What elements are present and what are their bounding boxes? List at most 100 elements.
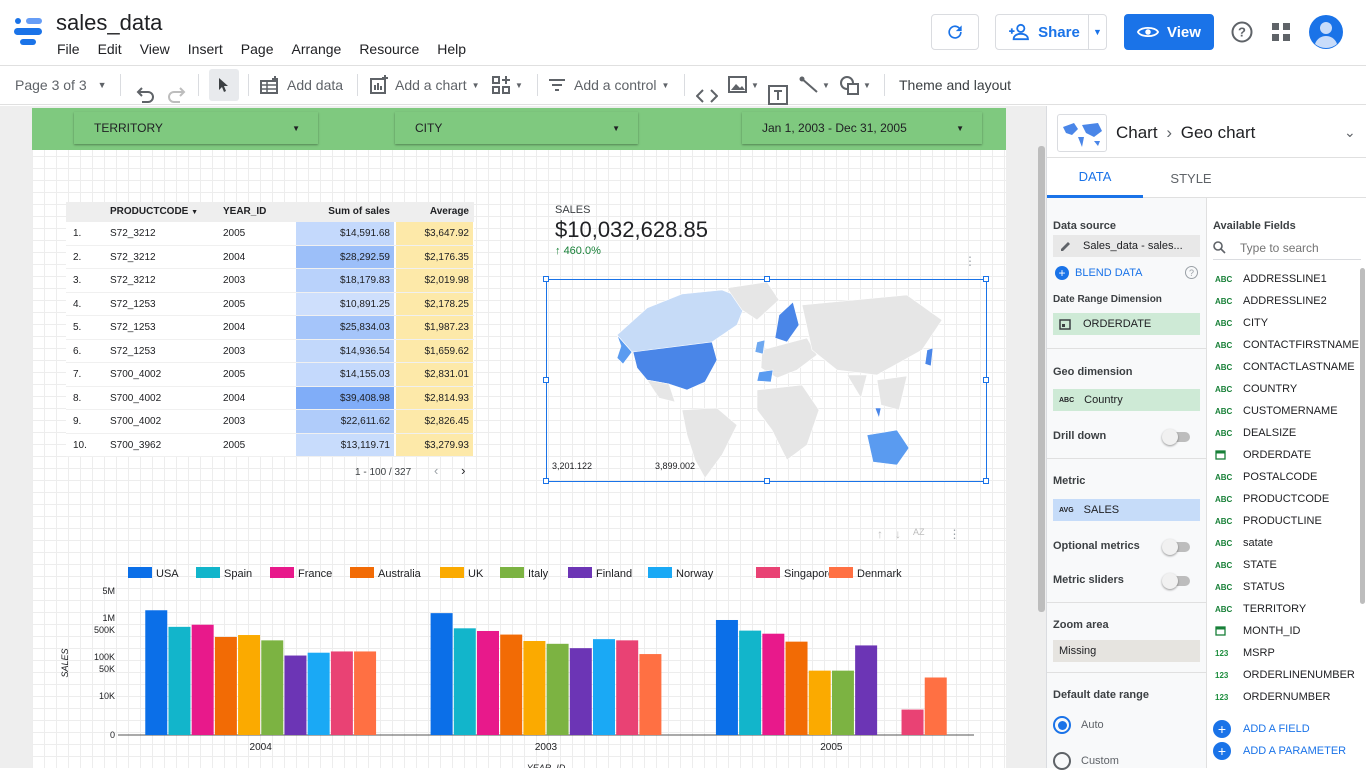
resize-handle[interactable] bbox=[764, 478, 770, 484]
bar[interactable] bbox=[354, 651, 377, 735]
field-addressline1[interactable]: ABC ADDRESSLINE1 bbox=[1215, 268, 1327, 290]
add-control-button[interactable]: Add a control ▼ bbox=[548, 66, 669, 104]
field-satate[interactable]: ABC satate bbox=[1215, 532, 1273, 554]
help-icon[interactable]: ? bbox=[1231, 21, 1253, 43]
tab-style[interactable]: STYLE bbox=[1143, 158, 1239, 198]
chart-menu-icon[interactable]: ⋮ bbox=[949, 527, 961, 541]
custom-radio[interactable]: Custom bbox=[1053, 752, 1119, 770]
table-row[interactable]: 6. S72_1253 2003 $14,936.54 $1,659.62 bbox=[66, 339, 474, 363]
menu-item-edit[interactable]: Edit bbox=[89, 41, 131, 57]
bar[interactable] bbox=[330, 651, 353, 735]
add-data-button[interactable]: Add data bbox=[259, 66, 343, 104]
table-row[interactable]: 8. S700_4002 2004 $39,408.98 $2,814.93 bbox=[66, 386, 474, 410]
geo-dimension-chip[interactable]: ABC Country bbox=[1053, 389, 1200, 411]
sales-table[interactable]: PRODUCTCODE ▼ YEAR_ID Sum of sales Avera… bbox=[66, 202, 474, 457]
resize-handle[interactable] bbox=[764, 276, 770, 282]
bar[interactable] bbox=[238, 635, 261, 735]
add-chart-button[interactable]: Add a chart ▼ bbox=[369, 66, 480, 104]
field-search-input[interactable] bbox=[1240, 240, 1350, 255]
column-header-productcode[interactable]: PRODUCTCODE ▼ bbox=[110, 202, 198, 223]
refresh-button[interactable] bbox=[931, 14, 979, 50]
resize-handle[interactable] bbox=[543, 377, 549, 383]
bar[interactable] bbox=[639, 654, 662, 735]
column-header-year[interactable]: YEAR_ID bbox=[223, 202, 266, 222]
menu-item-help[interactable]: Help bbox=[428, 41, 475, 57]
theme-layout-button[interactable]: Theme and layout bbox=[899, 66, 1011, 104]
fields-scrollbar[interactable] bbox=[1360, 268, 1365, 604]
bar[interactable] bbox=[523, 640, 546, 735]
bar[interactable] bbox=[924, 677, 947, 735]
bar[interactable] bbox=[453, 628, 476, 735]
menu-item-arrange[interactable]: Arrange bbox=[283, 41, 351, 57]
chevron-down-icon[interactable]: ⌄ bbox=[1344, 124, 1356, 141]
apps-grid-icon[interactable] bbox=[1272, 23, 1290, 41]
shape-button[interactable]: ▼ bbox=[839, 66, 871, 104]
report-title[interactable]: sales_data bbox=[56, 10, 162, 36]
arrow-up-icon[interactable]: ↑ bbox=[877, 527, 883, 541]
field-status[interactable]: ABC STATUS bbox=[1215, 576, 1285, 598]
field-state[interactable]: ABC STATE bbox=[1215, 554, 1277, 576]
avatar[interactable] bbox=[1309, 15, 1343, 49]
field-productline[interactable]: ABC PRODUCTLINE bbox=[1215, 510, 1322, 532]
sales-scorecard[interactable]: SALES $10,032,628.85 ↑ 460.0% bbox=[555, 204, 708, 257]
column-header-sum-of-sales[interactable]: Sum of sales bbox=[296, 202, 394, 222]
bar[interactable] bbox=[739, 630, 762, 735]
bar[interactable] bbox=[500, 634, 523, 735]
aggregation-badge[interactable]: AVG bbox=[1059, 507, 1074, 514]
table-row[interactable]: 7. S700_4002 2005 $14,155.03 $2,831.01 bbox=[66, 363, 474, 387]
field-orderlinenumber[interactable]: 123 ORDERLINENUMBER bbox=[1215, 664, 1355, 686]
field-territory[interactable]: ABC TERRITORY bbox=[1215, 598, 1306, 620]
bar[interactable] bbox=[214, 636, 237, 735]
date-range-control[interactable]: Jan 1, 2003 - Dec 31, 2005 ▼ bbox=[742, 112, 982, 144]
line-button[interactable]: ▼ bbox=[799, 66, 830, 104]
field-country[interactable]: ABC COUNTRY bbox=[1215, 378, 1297, 400]
menu-item-insert[interactable]: Insert bbox=[179, 41, 232, 57]
sales-bar-chart[interactable]: USA Spain France Australia UK Italy Finland Nor… bbox=[56, 563, 996, 768]
table-row[interactable]: 5. S72_1253 2004 $25,834.03 $1,987.23 bbox=[66, 316, 474, 340]
date-dimension-chip[interactable]: ORDERDATE bbox=[1053, 313, 1200, 335]
menu-item-file[interactable]: File bbox=[48, 41, 89, 57]
table-row[interactable]: 1. S72_3212 2005 $14,591.68 $3,647.92 bbox=[66, 222, 474, 246]
field-addressline2[interactable]: ABC ADDRESSLINE2 bbox=[1215, 290, 1327, 312]
resize-handle[interactable] bbox=[983, 377, 989, 383]
resize-handle[interactable] bbox=[983, 276, 989, 282]
resize-handle[interactable] bbox=[543, 276, 549, 282]
prev-page-icon[interactable]: ‹ bbox=[434, 463, 438, 478]
bar[interactable] bbox=[261, 640, 284, 735]
data-source-chip[interactable]: Sales_data - sales... bbox=[1053, 235, 1200, 257]
bar[interactable] bbox=[616, 640, 639, 735]
resize-handle[interactable] bbox=[983, 478, 989, 484]
field-contactlastname[interactable]: ABC CONTACTLASTNAME bbox=[1215, 356, 1355, 378]
table-row[interactable]: 2. S72_3212 2004 $28,292.59 $2,176.35 bbox=[66, 245, 474, 269]
bar[interactable] bbox=[430, 613, 453, 735]
table-row[interactable]: 9. S700_4002 2003 $22,611.62 $2,826.45 bbox=[66, 410, 474, 434]
share-dropdown-icon[interactable]: ▼ bbox=[1088, 15, 1106, 49]
image-button[interactable]: ▼ bbox=[728, 66, 759, 104]
bar[interactable] bbox=[569, 648, 592, 735]
community-viz-button[interactable]: ▼ bbox=[491, 66, 523, 104]
city-filter[interactable]: CITY ▼ bbox=[395, 112, 638, 144]
data-studio-logo-icon[interactable] bbox=[12, 16, 44, 48]
help-icon[interactable]: ? bbox=[1185, 266, 1198, 279]
column-header-average[interactable]: Average bbox=[396, 202, 473, 222]
field-orderdate[interactable]: ORDERDATE bbox=[1215, 444, 1311, 466]
field-ordernumber[interactable]: 123 ORDERNUMBER bbox=[1215, 686, 1330, 708]
menu-item-view[interactable]: View bbox=[131, 41, 179, 57]
view-button[interactable]: View bbox=[1124, 14, 1214, 50]
bar[interactable] bbox=[901, 709, 924, 735]
bar[interactable] bbox=[831, 670, 854, 735]
breadcrumb-chart[interactable]: Chart bbox=[1116, 123, 1158, 142]
bar[interactable] bbox=[808, 670, 831, 735]
share-button[interactable]: Share ▼ bbox=[995, 14, 1107, 50]
bar[interactable] bbox=[762, 633, 785, 735]
menu-item-resource[interactable]: Resource bbox=[350, 41, 428, 57]
bar[interactable] bbox=[715, 619, 738, 735]
drill-down-toggle[interactable] bbox=[1162, 429, 1190, 445]
menu-item-page[interactable]: Page bbox=[232, 41, 283, 57]
field-contactfirstname[interactable]: ABC CONTACTFIRSTNAME bbox=[1215, 334, 1359, 356]
table-row[interactable]: 10. S700_3962 2005 $13,119.71 $3,279.93 bbox=[66, 433, 474, 457]
arrow-down-icon[interactable]: ↓ bbox=[895, 527, 901, 541]
field-month_id[interactable]: MONTH_ID bbox=[1215, 620, 1300, 642]
geo-chart[interactable]: 3,201.122 3,899.002 bbox=[543, 276, 989, 484]
field-productcode[interactable]: ABC PRODUCTCODE bbox=[1215, 488, 1329, 510]
